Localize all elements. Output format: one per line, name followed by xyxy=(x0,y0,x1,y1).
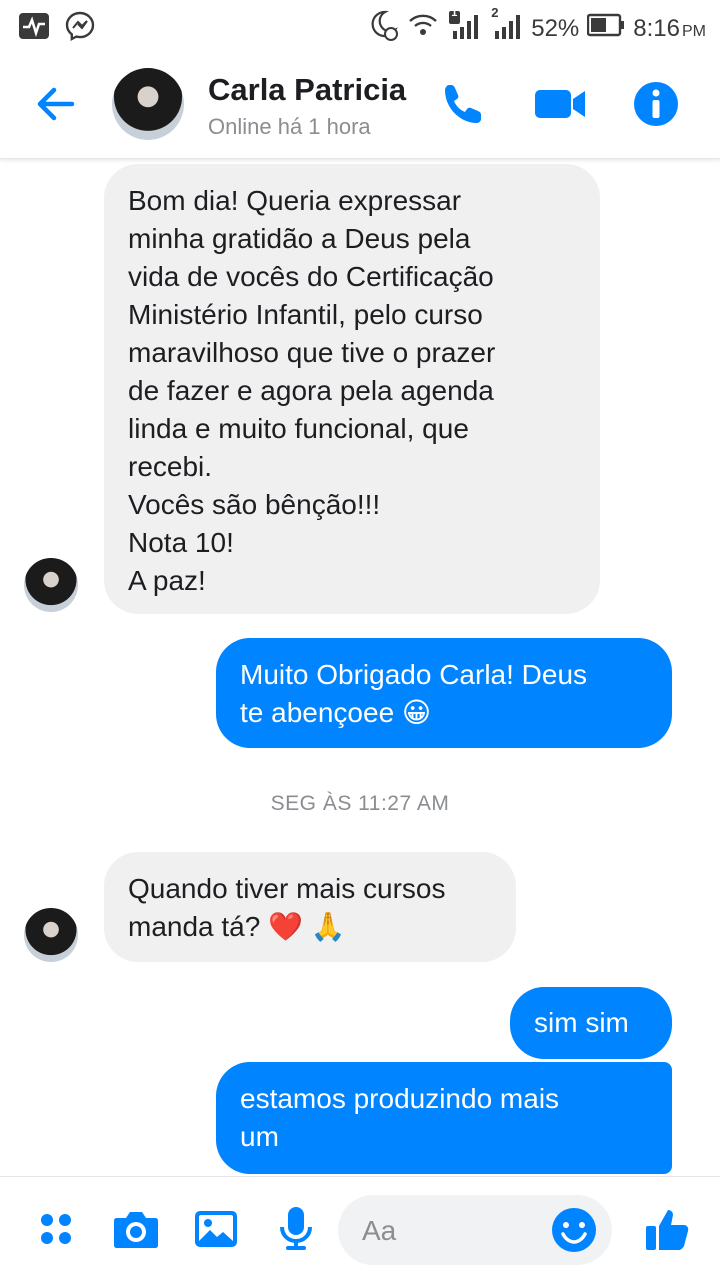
chat-header: Carla Patricia Online há 1 hora xyxy=(0,50,720,159)
signal-sim1-icon: 1 xyxy=(447,7,481,48)
status-bar: 1 2 52% 8:16 PM xyxy=(0,0,720,50)
sim2-label: 2 xyxy=(491,5,499,20)
do-not-disturb-icon xyxy=(365,8,399,49)
four-dots-icon xyxy=(41,1214,71,1244)
message-bubble-outgoing[interactable]: sim sim xyxy=(510,987,672,1059)
gallery-button[interactable] xyxy=(190,1203,242,1255)
battery-percent: 52% xyxy=(531,14,580,42)
sim1-label: 1 xyxy=(451,7,458,19)
back-button[interactable] xyxy=(30,78,82,130)
info-icon xyxy=(634,82,678,126)
message-bubble-outgoing[interactable]: Muito Obrigado Carla! Deus te abençoee 😀 xyxy=(216,638,672,748)
message-input[interactable] xyxy=(360,1195,534,1267)
message-bubble-incoming[interactable]: Quando tiver mais cursos manda tá? ❤️ 🙏 xyxy=(104,852,516,962)
message-bubble-incoming[interactable]: Bom dia! Queria expressar minha gratidão… xyxy=(104,164,600,614)
battery-icon xyxy=(587,13,625,44)
message-bubble-outgoing[interactable]: estamos produzindo mais um xyxy=(216,1062,672,1174)
info-button[interactable] xyxy=(628,76,684,132)
voice-message-button[interactable] xyxy=(270,1203,322,1255)
video-camera-icon xyxy=(535,90,585,118)
wifi-icon xyxy=(407,9,439,48)
more-actions-button[interactable] xyxy=(30,1203,82,1255)
messenger-icon xyxy=(64,10,96,47)
activity-icon xyxy=(18,12,50,45)
contact-status: Online há 1 hora xyxy=(208,114,371,139)
emoji-button[interactable] xyxy=(550,1206,598,1254)
signal-sim2-icon: 2 xyxy=(489,5,523,48)
camera-icon xyxy=(114,1212,158,1248)
clock-time: 8:16 xyxy=(633,14,680,42)
contact-avatar[interactable] xyxy=(112,68,184,140)
microphone-icon xyxy=(280,1207,312,1250)
thumbs-up-icon xyxy=(646,1210,689,1250)
voice-call-button[interactable] xyxy=(436,76,492,132)
message-input-container xyxy=(338,1195,612,1267)
video-call-button[interactable] xyxy=(532,76,588,132)
back-arrow-icon xyxy=(37,87,75,121)
smiley-icon xyxy=(552,1208,596,1252)
contact-avatar-small xyxy=(24,908,78,962)
clock-ampm: PM xyxy=(682,22,706,40)
message-composer xyxy=(0,1176,720,1281)
like-button[interactable] xyxy=(642,1203,694,1255)
image-icon xyxy=(195,1211,237,1247)
camera-button[interactable] xyxy=(110,1203,162,1255)
message-timestamp: SEG ÀS 11:27 AM xyxy=(270,792,450,815)
phone-icon xyxy=(445,85,481,123)
contact-avatar-small xyxy=(24,558,78,612)
contact-name[interactable]: Carla Patricia xyxy=(208,72,406,108)
